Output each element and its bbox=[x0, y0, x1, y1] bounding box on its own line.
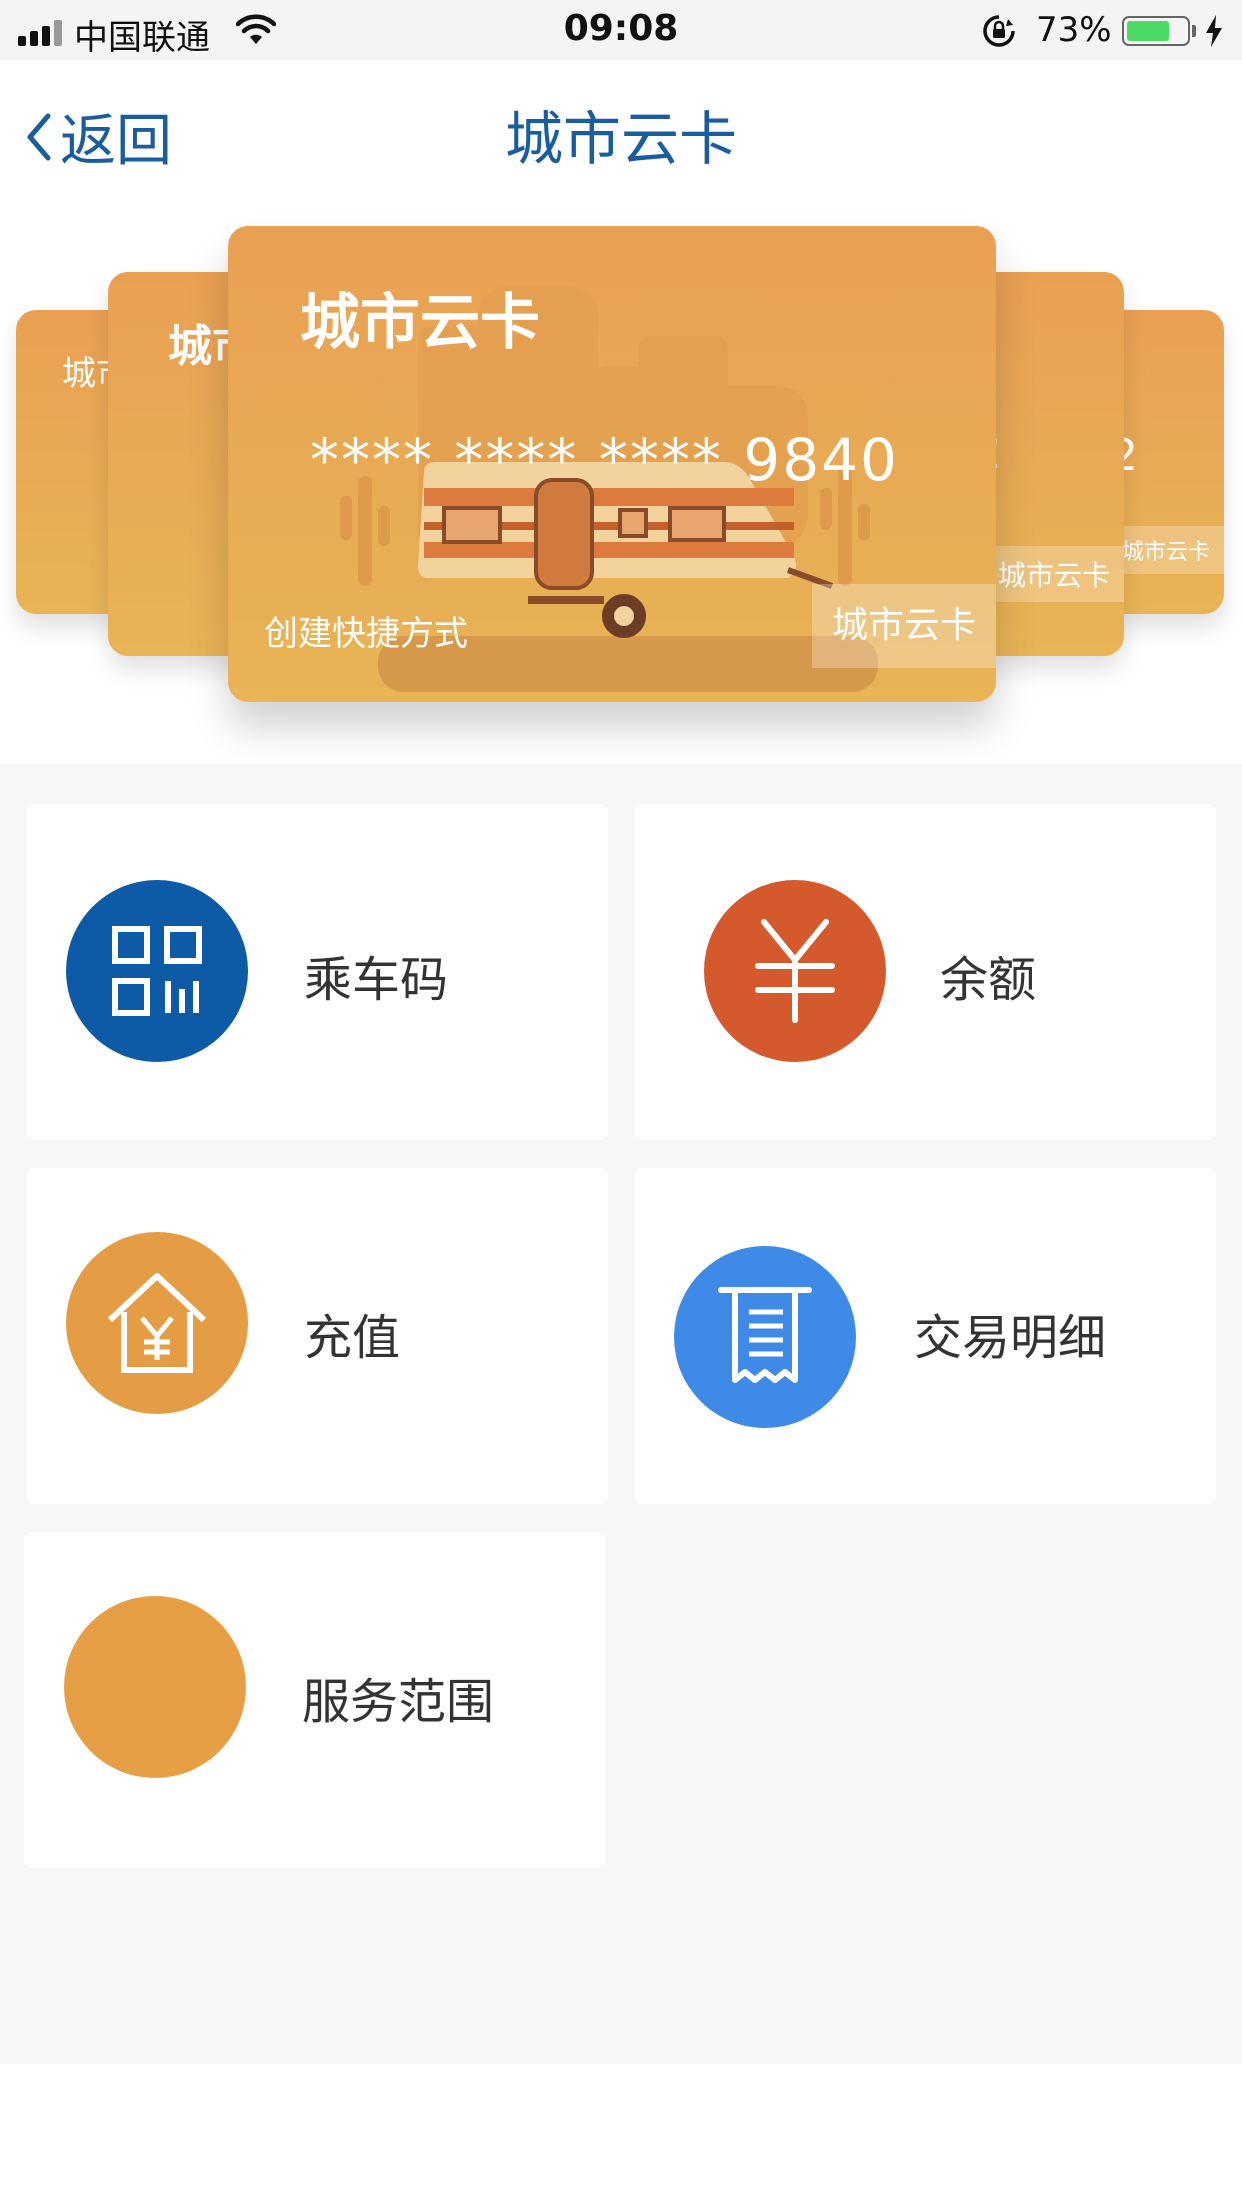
house-yuan-icon bbox=[107, 1273, 207, 1373]
recharge-tile[interactable]: 充值 bbox=[26, 1168, 608, 1504]
card-tag: 城市云卡 bbox=[1107, 526, 1224, 574]
receipt-icon bbox=[718, 1287, 812, 1383]
service-area-label: 服务范围 bbox=[302, 1674, 495, 1730]
card-title: 城市云卡 bbox=[300, 288, 540, 358]
city-card-main[interactable]: 城市云卡 **** **** **** 9840 创建快捷方式 城市云卡 bbox=[228, 226, 996, 702]
transactions-tile[interactable]: 交易明细 bbox=[634, 1168, 1216, 1504]
transactions-icon-circle bbox=[674, 1246, 856, 1428]
card-carousel[interactable]: 城市云卡 城市云卡 2 城市云卡 2 城市云卡 bbox=[0, 200, 1242, 760]
service-area-tile[interactable]: 服务范围 bbox=[24, 1532, 606, 1868]
create-shortcut-link[interactable]: 创建快捷方式 bbox=[264, 606, 468, 655]
recharge-icon-circle bbox=[66, 1232, 248, 1414]
service-area-icon-circle bbox=[64, 1596, 246, 1778]
card-tag: 城市云卡 bbox=[812, 584, 996, 668]
battery-level bbox=[1127, 21, 1170, 41]
yuan-icon bbox=[755, 919, 835, 1023]
ride-code-label: 乘车码 bbox=[304, 952, 449, 1008]
card-tag: 城市云卡 bbox=[983, 546, 1124, 602]
transactions-label: 交易明细 bbox=[914, 1310, 1107, 1366]
battery-icon bbox=[1122, 16, 1190, 46]
balance-icon-circle bbox=[704, 880, 886, 1062]
ride-code-icon-circle bbox=[66, 880, 248, 1062]
rotation-lock-icon bbox=[983, 15, 1015, 47]
function-grid: 乘车码 余额 充值 交易明细 服务范围 bbox=[0, 764, 1242, 2064]
balance-label: 余额 bbox=[940, 952, 1037, 1008]
ride-code-tile[interactable]: 乘车码 bbox=[26, 804, 608, 1140]
status-bar: 中国联通 09:08 73% bbox=[0, 0, 1242, 60]
card-number: **** **** **** 9840 bbox=[310, 426, 899, 494]
qr-code-icon bbox=[112, 926, 202, 1016]
page-title: 城市云卡 bbox=[504, 105, 737, 173]
battery-nub bbox=[1192, 25, 1196, 37]
battery-percent: 73% bbox=[1036, 10, 1112, 50]
navigation-bar: 返回 城市云卡 bbox=[0, 60, 1242, 200]
charging-icon bbox=[1206, 15, 1222, 47]
recharge-label: 充值 bbox=[304, 1310, 401, 1366]
balance-tile[interactable]: 余额 bbox=[634, 804, 1216, 1140]
